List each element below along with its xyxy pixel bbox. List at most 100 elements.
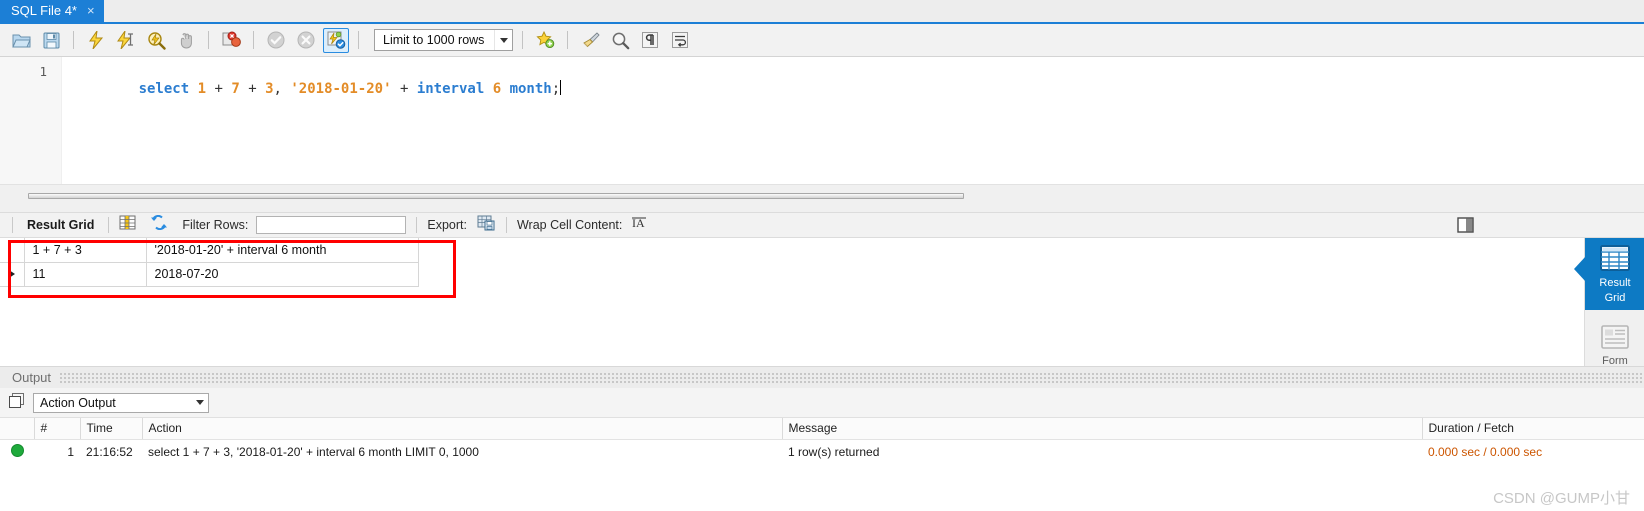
output-row[interactable]: 1 21:16:52 select 1 + 7 + 3, '2018-01-20… xyxy=(0,439,1644,465)
sql-statement: select 1 + 7 + 3, '2018-01-20' + interva… xyxy=(139,81,561,97)
output-col-duration: Duration / Fetch xyxy=(1421,418,1644,440)
cell-0-1[interactable]: 2018-07-20 xyxy=(146,262,419,287)
close-icon[interactable]: × xyxy=(87,4,95,17)
execute-icon[interactable] xyxy=(83,28,109,53)
toolbar-separator xyxy=(253,31,254,49)
wrap-cell-icon[interactable]: I A xyxy=(632,216,647,235)
sql-token: 6 xyxy=(492,81,502,97)
chevron-down-icon[interactable] xyxy=(494,30,513,50)
stop-icon xyxy=(173,28,199,53)
toolbar-separator xyxy=(522,31,524,49)
tab-label: SQL File 4* xyxy=(11,2,77,18)
toolbar-separator xyxy=(358,31,359,49)
form-editor-icon xyxy=(1601,325,1629,352)
output-mode-bar: Action Output xyxy=(0,388,1644,418)
filter-rows-input[interactable] xyxy=(256,216,407,234)
success-icon xyxy=(0,439,34,465)
cell-0-0[interactable]: 11 xyxy=(24,262,147,287)
sql-token: month xyxy=(509,81,552,97)
side-item-label-line1: Form xyxy=(1602,355,1628,367)
side-item-result-grid[interactable]: Result Grid xyxy=(1574,238,1644,310)
output-cell-action: select 1 + 7 + 3, '2018-01-20' + interva… xyxy=(148,445,479,460)
column-header-0[interactable]: 1 + 7 + 3 xyxy=(24,238,147,263)
explain-icon[interactable] xyxy=(143,28,169,53)
output-cell-message: 1 row(s) returned xyxy=(788,445,880,460)
sql-token: '2018-01-20' xyxy=(290,81,392,97)
table-row[interactable]: 11 2018-07-20 xyxy=(0,262,419,287)
invisible-chars-icon[interactable] xyxy=(637,28,663,53)
field-types-icon[interactable] xyxy=(119,215,136,235)
splitter-handle[interactable] xyxy=(28,193,964,199)
sql-token: 1 xyxy=(197,81,207,97)
toolbar-separator xyxy=(208,31,209,49)
side-item-label-line1: Result xyxy=(1599,276,1631,289)
row-marker-header xyxy=(0,238,25,263)
sql-token: interval xyxy=(416,81,485,97)
commit-icon xyxy=(263,28,289,53)
action-output-table[interactable]: # Time Action Message Duration / Fetch 1… xyxy=(0,418,1644,465)
result-grid-title: Result Grid xyxy=(27,218,95,232)
output-title: Output xyxy=(12,370,52,385)
beautify-icon[interactable] xyxy=(577,28,603,53)
output-col-num: # xyxy=(33,418,80,440)
execute-current-icon[interactable] xyxy=(113,28,139,53)
tab-sql-file-4[interactable]: SQL File 4* × xyxy=(0,0,104,22)
find-icon[interactable] xyxy=(607,28,633,53)
output-mode-value: Action Output xyxy=(40,395,116,410)
text-caret xyxy=(560,80,562,95)
output-cell-time: 21:16:52 xyxy=(86,445,133,460)
sql-code-area[interactable]: select 1 + 7 + 3, '2018-01-20' + interva… xyxy=(62,57,1644,184)
output-mode-dropdown[interactable]: Action Output xyxy=(33,392,209,413)
output-status-header xyxy=(0,418,34,440)
output-col-time: Time xyxy=(79,418,142,440)
result-grid-icon xyxy=(1600,244,1630,274)
table-header-row: 1 + 7 + 3 '2018-01-20' + interval 6 mont… xyxy=(0,238,419,263)
add-snippet-icon[interactable] xyxy=(532,28,558,53)
editor-toolbar: Limit to 1000 rows xyxy=(0,24,1644,57)
refresh-icon[interactable] xyxy=(150,214,168,235)
sql-token: + xyxy=(391,81,417,97)
toolbar-separator xyxy=(567,31,569,49)
mysql-workbench-window: SQL File 4* × Limit to 1000 rows 1 selec… xyxy=(0,0,1644,511)
watermark: CSDN @GUMP小甘 xyxy=(1493,490,1630,507)
toolbar-separator xyxy=(73,31,74,49)
result-grid-panel: 1 + 7 + 3 '2018-01-20' + interval 6 mont… xyxy=(0,238,1644,367)
sql-token: ; xyxy=(551,81,561,97)
toolbar-separator xyxy=(12,217,13,233)
toggle-sidebar-icon[interactable] xyxy=(1457,217,1474,238)
export-icon[interactable] xyxy=(477,215,496,236)
toolbar-separator xyxy=(108,217,110,233)
open-file-icon[interactable] xyxy=(8,28,34,53)
output-header-row: # Time Action Message Duration / Fetch xyxy=(0,418,1644,440)
row-limit-label: Limit to 1000 rows xyxy=(383,33,485,47)
row-selector-icon[interactable] xyxy=(0,262,25,287)
sql-token: , xyxy=(273,81,291,97)
filter-rows-label: Filter Rows: xyxy=(182,218,249,232)
toggle-stop-on-error-icon[interactable] xyxy=(218,28,244,53)
editor-tab-strip: SQL File 4* × xyxy=(0,0,1644,24)
result-grid-toolbar: Result Grid Filter Rows: Export: Wrap Ce… xyxy=(0,212,1644,238)
output-cell-num: 1 xyxy=(67,445,74,460)
row-limit-dropdown[interactable]: Limit to 1000 rows xyxy=(374,29,514,51)
header-dotted-divider xyxy=(59,372,1644,383)
result-grid-table[interactable]: 1 + 7 + 3 '2018-01-20' + interval 6 mont… xyxy=(0,238,419,287)
chevron-down-icon xyxy=(196,400,204,405)
sql-token: 3 xyxy=(265,81,274,97)
toolbar-separator xyxy=(416,217,418,233)
rollback-icon xyxy=(293,28,319,53)
column-header-1[interactable]: '2018-01-20' + interval 6 month xyxy=(146,238,419,263)
output-section-header: Output xyxy=(0,366,1644,388)
sql-editor[interactable]: 1 select 1 + 7 + 3, '2018-01-20' + inter… xyxy=(0,57,1644,184)
wrap-lines-icon[interactable] xyxy=(667,28,693,53)
line-number-gutter: 1 xyxy=(0,57,62,184)
sql-token: select xyxy=(138,81,190,97)
sql-token: + xyxy=(206,81,232,97)
toolbar-separator xyxy=(505,217,507,233)
autocommit-icon[interactable] xyxy=(323,27,349,53)
save-file-icon[interactable] xyxy=(38,28,64,53)
editor-result-splitter[interactable] xyxy=(0,184,1644,212)
side-item-label-line2: Grid xyxy=(1604,291,1626,304)
result-view-switcher: Result Grid Form xyxy=(1574,238,1644,367)
